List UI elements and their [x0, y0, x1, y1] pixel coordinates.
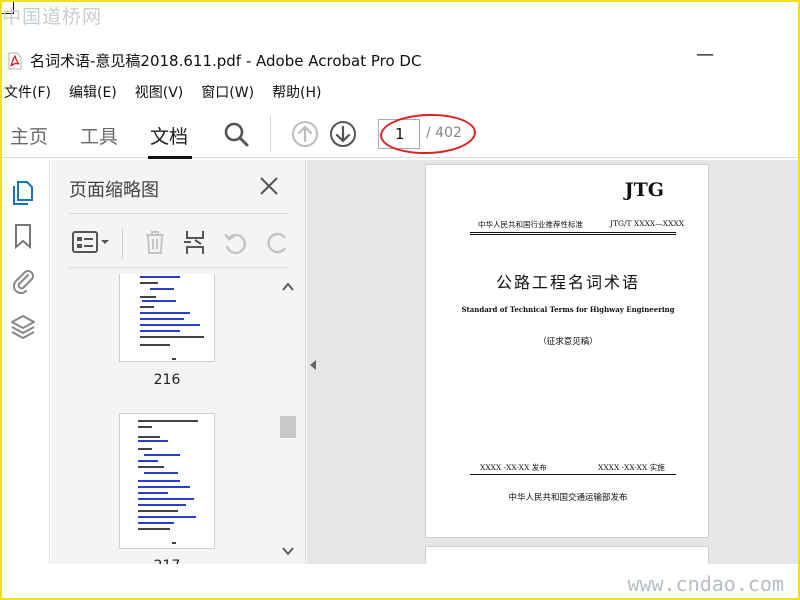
- thumbnail-options-icon[interactable]: [71, 228, 111, 256]
- menu-window[interactable]: 窗口(W): [192, 80, 263, 104]
- layers-icon[interactable]: [9, 312, 37, 340]
- thumbnail-text-line: [142, 300, 176, 302]
- thumbnail-text-line: [138, 492, 168, 494]
- delete-icon[interactable]: [141, 228, 169, 256]
- thumbnail-text-line: [172, 358, 176, 360]
- tab-home[interactable]: 主页: [10, 122, 48, 149]
- menu-help[interactable]: 帮助(H): [263, 80, 330, 104]
- search-icon[interactable]: [222, 120, 250, 148]
- pdf-file-icon: [8, 52, 22, 70]
- thumbnail-text-line: [172, 542, 176, 544]
- bookmark-icon[interactable]: [9, 222, 37, 250]
- release-date: XXXX -XX-XX 发布: [480, 463, 547, 472]
- panel-divider: [69, 213, 289, 214]
- thumbnail-text-line: [138, 504, 186, 506]
- watermark-bottom-right: www.cndao.com: [627, 572, 784, 596]
- menu-edit[interactable]: 编辑(E): [60, 80, 126, 104]
- page-thumbnails-icon[interactable]: [9, 178, 37, 206]
- next-page-icon[interactable]: [329, 120, 357, 148]
- thumbnail-text-line: [138, 426, 152, 428]
- thumbnail-text-line: [138, 466, 164, 468]
- thumbnail-text-line: [138, 498, 194, 500]
- attachment-icon[interactable]: [9, 266, 37, 294]
- panel-title: 页面缩略图: [69, 180, 159, 201]
- menu-bar: 文件(F) 编辑(E) 视图(V) 窗口(W) 帮助(H): [0, 80, 331, 104]
- standard-code: JTG/T XXXX—XXXX: [610, 219, 685, 228]
- insert-page-icon[interactable]: [181, 228, 209, 256]
- thumbnail-page-number: 216: [153, 372, 181, 388]
- thumbnail-text-line: [140, 324, 200, 326]
- scroll-up-arrow-icon[interactable]: [281, 280, 295, 294]
- thumbnail-text-line: [140, 318, 184, 320]
- publisher: 中华人民共和国交通运输部发布: [508, 493, 628, 503]
- page-thumbnail[interactable]: [119, 274, 215, 362]
- thumbnail-text-line: [144, 454, 180, 456]
- thumbnail-text-line: [144, 472, 178, 474]
- thumbnail-text-line: [138, 480, 180, 482]
- thumbnail-text-line: [138, 460, 158, 462]
- watermark-top-left: 中国道桥网: [2, 6, 103, 28]
- issuer-line: 中华人民共和国行业推荐性标准: [478, 220, 583, 229]
- collapse-panel-arrow-icon[interactable]: [307, 358, 319, 372]
- thumbnail-text-line: [138, 448, 152, 450]
- effective-date: XXXX -XX-XX 实施: [598, 463, 665, 472]
- thumbnails-panel: 页面缩略图 216: [51, 160, 306, 564]
- thumbnail-text-line: [140, 336, 204, 338]
- panel-divider: [69, 267, 289, 268]
- menu-view[interactable]: 视图(V): [126, 80, 193, 104]
- thumbnail-text-line: [138, 420, 198, 422]
- thumbnail-page-number: 217: [119, 558, 215, 564]
- previous-page-icon[interactable]: [291, 120, 319, 148]
- thumbnail-text-line: [138, 528, 170, 530]
- thumbnail-text-line: [140, 276, 180, 278]
- thumbnail-text-line: [140, 344, 170, 346]
- thumbnail-text-line: [150, 288, 174, 290]
- thumbnail-text-line: [138, 510, 178, 512]
- thumbnail-text-line: [140, 330, 180, 332]
- thumbnail-text-line: [138, 486, 190, 488]
- tab-tools[interactable]: 工具: [80, 122, 118, 149]
- rotate-left-icon[interactable]: [221, 228, 249, 256]
- footer-rule: [470, 474, 676, 475]
- header-rule: [470, 234, 676, 235]
- menu-file[interactable]: 文件(F): [0, 80, 60, 104]
- thumbnail-text-line: [138, 522, 174, 524]
- thumbnail-text-line: [138, 516, 196, 518]
- thumbnail-text-line: [140, 306, 154, 308]
- toolbar: 主页 工具 文档 1 / 402: [0, 110, 800, 159]
- page-thumbnail[interactable]: [119, 413, 215, 549]
- header-rule: [470, 232, 676, 233]
- left-rail: [0, 160, 50, 564]
- document-title-english: Standard of Technical Terms for Highway …: [461, 305, 675, 314]
- thumbnail-text-line: [140, 282, 158, 284]
- toolbar-separator: [270, 116, 271, 152]
- close-icon[interactable]: [257, 174, 281, 198]
- scroll-down-arrow-icon[interactable]: [281, 544, 295, 558]
- window-title: 名词术语-意见稿2018.611.pdf - Adobe Acrobat Pro…: [30, 52, 422, 70]
- rotate-right-icon[interactable]: [265, 228, 289, 256]
- tab-document[interactable]: 文档: [150, 122, 188, 149]
- panel-tools: [69, 220, 289, 264]
- active-tab-indicator: [148, 156, 192, 159]
- thumbnail-text-line: [140, 296, 156, 298]
- document-page: JTG 中华人民共和国行业推荐性标准 JTG/T XXXX—XXXX 公路工程名…: [425, 164, 709, 538]
- document-area: JTG 中华人民共和国行业推荐性标准 JTG/T XXXX—XXXX 公路工程名…: [307, 160, 800, 564]
- panel-scrollbar-thumb[interactable]: [280, 416, 296, 438]
- thumbnail-text-line: [138, 436, 160, 438]
- next-document-page: [425, 546, 709, 564]
- document-title: 公路工程名词术语: [495, 273, 640, 292]
- minimize-button[interactable]: —: [690, 44, 720, 65]
- draft-note: （征求意见稿）: [538, 337, 598, 347]
- thumbnail-text-line: [138, 440, 168, 442]
- tools-separator: [122, 228, 123, 258]
- thumbnail-text-line: [140, 312, 190, 314]
- standard-logo: JTG: [624, 179, 664, 201]
